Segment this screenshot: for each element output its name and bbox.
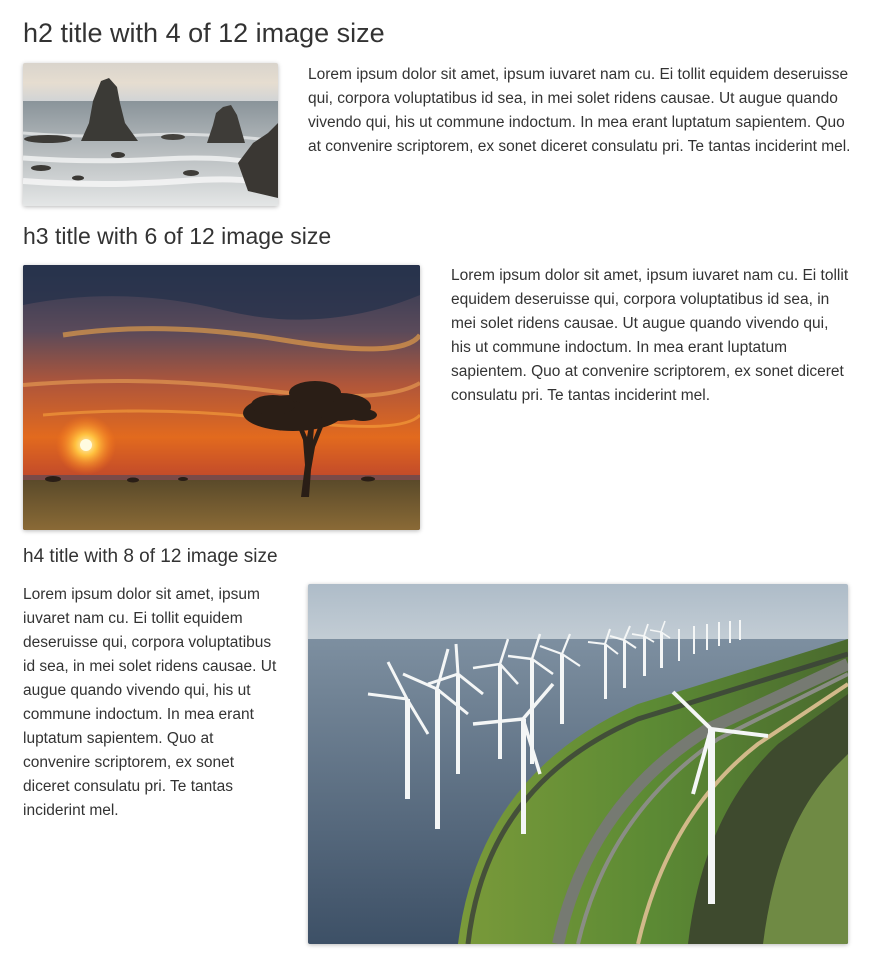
section-2-text: Lorem ipsum dolor sit amet, ipsum iuvare… [451, 267, 849, 404]
section-1-title: h2 title with 4 of 12 image size [23, 18, 385, 48]
savanna-sunset-image [23, 265, 420, 530]
section-1-text: Lorem ipsum dolor sit amet, ipsum iuvare… [308, 66, 851, 155]
wind-turbines-image [308, 584, 848, 944]
section-3-text: Lorem ipsum dolor sit amet, ipsum iuvare… [23, 586, 277, 819]
section-2-title: h3 title with 6 of 12 image size [23, 223, 332, 249]
sea-stacks-image [23, 63, 278, 206]
section-3-title: h4 title with 8 of 12 image size [23, 546, 278, 567]
